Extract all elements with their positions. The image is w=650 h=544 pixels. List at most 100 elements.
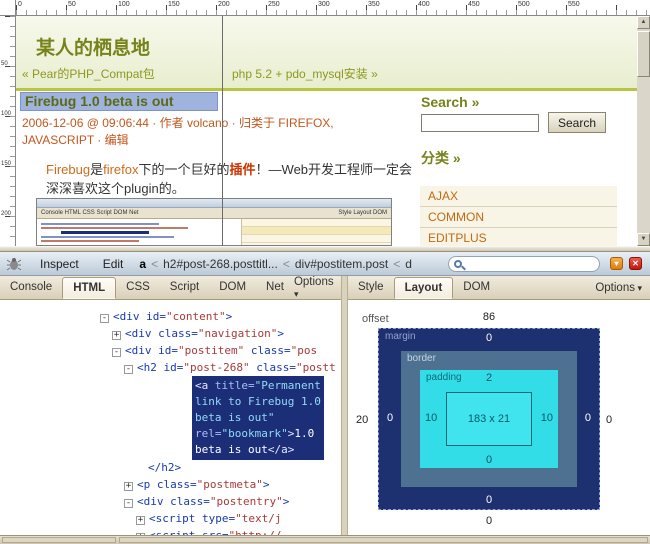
category-item[interactable]: AJAX [420,186,617,207]
inspect-button[interactable]: Inspect [40,257,79,271]
firebug-screenshot-thumbnail: Console HTML CSS Script DOM Net Style La… [36,198,392,246]
screen: 050100150200250300350400450500550 501001… [0,0,650,544]
post-link[interactable]: firefox [103,162,138,177]
padding-box: padding 2 0 10 10 183 x 21 [420,370,558,468]
prev-post-link[interactable]: « Pear的PHP_Compat包 [22,65,155,82]
browser-viewport: 050100150200250300350400450500550 501001… [0,0,650,246]
tree-row[interactable]: +<script type="text/j [136,510,281,527]
tab-style[interactable]: Style [348,277,394,298]
firebug-statusbar [0,535,650,544]
ruler-label: 400 [418,1,430,8]
post-link[interactable]: Firebug [46,162,90,177]
breadcrumb-item[interactable]: d [405,257,412,271]
right-panel-tabbar: StyleLayoutDOM Options [348,276,650,300]
sidebar-search-button[interactable]: Search [548,112,606,133]
tab-console[interactable]: Console [0,277,62,298]
post-paragraph: Firebug是firefox下的一个巨好的插件！—Web开发工程师一定会深深喜… [46,160,418,198]
offset-bottom-value: 0 [378,515,600,527]
selected-tree-node[interactable]: <a title="Permanent link to Firebug 1.0 … [192,376,324,460]
detach-window-button[interactable]: ▾ [610,257,623,270]
ruler-label: 200 [1,211,11,217]
breadcrumb-item[interactable]: a [139,257,146,271]
tab-script[interactable]: Script [160,277,209,298]
tree-row[interactable]: +<script src="http:// [136,527,281,535]
page-scrollbar[interactable]: ▲ ▼ [637,16,650,246]
expand-icon[interactable]: + [136,516,145,525]
margin-top-value: 0 [379,332,599,344]
ruler-label: 50 [1,61,8,67]
sidebar-categories-heading: 分类 » [421,148,461,168]
firebug-search-input[interactable] [462,258,594,270]
left-panel-tabbar: ConsoleHTMLCSSScriptDOMNet Options [0,276,341,300]
tab-layout[interactable]: Layout [394,277,454,299]
ruler-label: 0 [18,1,22,8]
thumbnail-tabs-right: Style Layout DOM [338,208,387,218]
category-item[interactable]: EDITPLUS [420,228,617,246]
tab-dom[interactable]: DOM [453,277,500,298]
category-item[interactable]: COMMON [420,207,617,228]
firebug-search-box[interactable] [448,256,600,272]
offset-left-value: 20 [356,414,368,426]
tree-row[interactable]: </h2> [148,459,181,476]
thumbnail-body [37,219,391,246]
breadcrumb-separator: < [393,257,400,271]
padding-top-value: 2 [420,372,558,384]
ruler-label: 300 [318,1,330,8]
sidebar-search-input[interactable] [421,114,539,132]
right-tabs: StyleLayoutDOM [348,277,500,298]
margin-right-value: 0 [585,412,591,424]
ruler-label: 250 [268,1,280,8]
layout-panel: offset 86 20 0 0 margin 0 0 0 0 border p… [348,300,650,535]
scrollbar-thumb[interactable] [637,31,650,77]
tab-css[interactable]: CSS [116,277,160,298]
breadcrumb-item[interactable]: h2#post-268.posttitl... [163,257,278,271]
ruler-label: 100 [118,1,130,8]
search-icon [454,260,462,268]
right-panel-options[interactable]: Options [595,282,650,294]
next-post-link[interactable]: php 5.2 + pdo_mysql安装 » [232,65,378,82]
left-panel-options[interactable]: Options [294,276,342,300]
tab-net[interactable]: Net [256,277,294,298]
collapse-icon[interactable]: - [124,365,133,374]
ruler-corner [0,0,16,16]
panel-vertical-splitter[interactable] [341,276,348,535]
collapse-icon[interactable]: - [112,348,121,357]
collapse-icon[interactable]: - [100,314,109,323]
tree-row[interactable]: -<div id="content"> [100,308,232,325]
collapse-icon[interactable]: - [124,499,133,508]
ruler-label: 50 [68,1,76,8]
ruler-label: 450 [468,1,480,8]
edit-button[interactable]: Edit [103,257,124,271]
ruler-label: 150 [1,161,11,167]
tab-html[interactable]: HTML [62,277,116,299]
offset-right-value: 0 [606,414,612,426]
padding-bottom-value: 0 [420,454,558,466]
content-box: 183 x 21 [446,392,532,446]
tree-row[interactable]: +<p class="postmeta"> [124,476,269,493]
tree-row[interactable]: -<h2 id="post-268" class="postt [124,359,336,376]
expand-icon[interactable]: + [112,331,121,340]
margin-box: margin 0 0 0 0 border padding 2 0 10 10 … [378,328,600,510]
thumbnail-toolbar [37,199,391,208]
firebug-bug-icon [6,257,22,271]
post-title-inspect-highlight[interactable]: Firebug 1.0 beta is out [20,92,218,111]
ruler-label: 550 [568,1,580,8]
tree-row[interactable]: -<div class="postentry"> [124,493,289,510]
tree-row[interactable]: -<div id="postitem" class="pos [112,342,317,359]
breadcrumb-item[interactable]: div#postitem.post [295,257,388,271]
expand-icon[interactable]: + [124,482,133,491]
post-link[interactable]: 插件 [230,162,256,177]
firebug-toolbar: Inspect Edit a < h2#post-268.posttitl... < d… [0,252,650,276]
tree-row[interactable]: +<div class="navigation"> [112,325,284,342]
left-tabs: ConsoleHTMLCSSScriptDOMNet [0,277,294,298]
offset-top-value: 86 [378,311,600,323]
tab-dom[interactable]: DOM [209,277,256,298]
breadcrumb-separator: < [283,257,290,271]
scroll-down-icon[interactable]: ▼ [637,233,650,246]
firebug-panel: Inspect Edit a < h2#post-268.posttitl... < d… [0,246,650,544]
breadcrumb: a < h2#post-268.posttitl... < div#postitem.p… [139,257,412,271]
ruler-label: 350 [368,1,380,8]
scroll-up-icon[interactable]: ▲ [637,16,650,29]
ruler-label: 500 [518,1,530,8]
close-button[interactable]: ✕ [629,257,642,270]
